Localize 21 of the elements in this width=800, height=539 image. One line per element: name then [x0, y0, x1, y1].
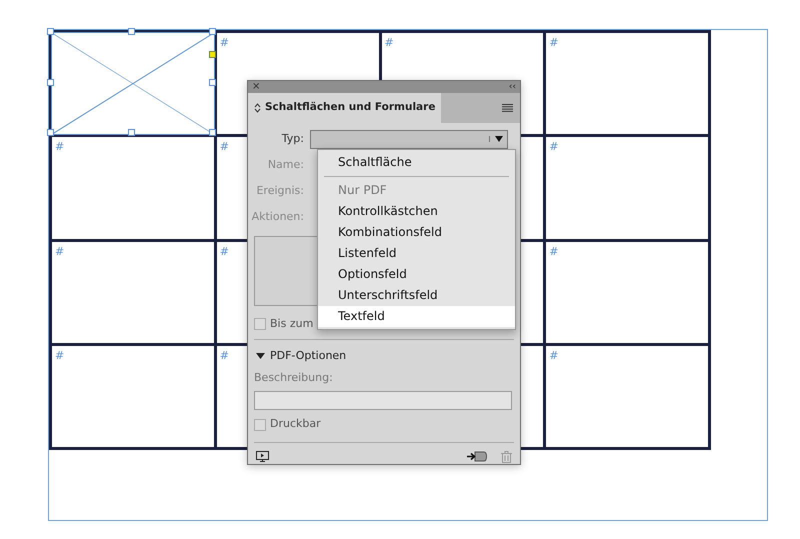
field-label: Ereignis: — [255, 182, 305, 199]
overset-marker: # — [220, 350, 229, 361]
field-label: Name: — [266, 156, 305, 173]
field-label: Typ: — [280, 130, 305, 147]
overset-marker: # — [549, 246, 558, 256]
overset-marker: # — [220, 141, 229, 152]
overset-marker: # — [549, 37, 558, 48]
overset-marker: # — [220, 246, 229, 256]
overset-marker: # — [384, 37, 394, 48]
checkbox-label: Druckbar — [270, 416, 321, 432]
overset-marker: # — [55, 350, 64, 361]
overset-marker: # — [549, 350, 558, 361]
overset-marker: # — [55, 246, 64, 256]
section-title: PDF-Optionen — [270, 348, 346, 364]
overset-marker: # — [220, 37, 229, 48]
overset-marker: # — [549, 141, 558, 152]
field-label: Aktionen: — [250, 208, 305, 225]
field-label: Beschreibung: — [253, 370, 334, 386]
overset-marker: # — [55, 141, 64, 152]
checkbox-label: Bis zum — [270, 316, 314, 332]
panel-title: Schaltflächen und Formulare — [265, 100, 436, 116]
